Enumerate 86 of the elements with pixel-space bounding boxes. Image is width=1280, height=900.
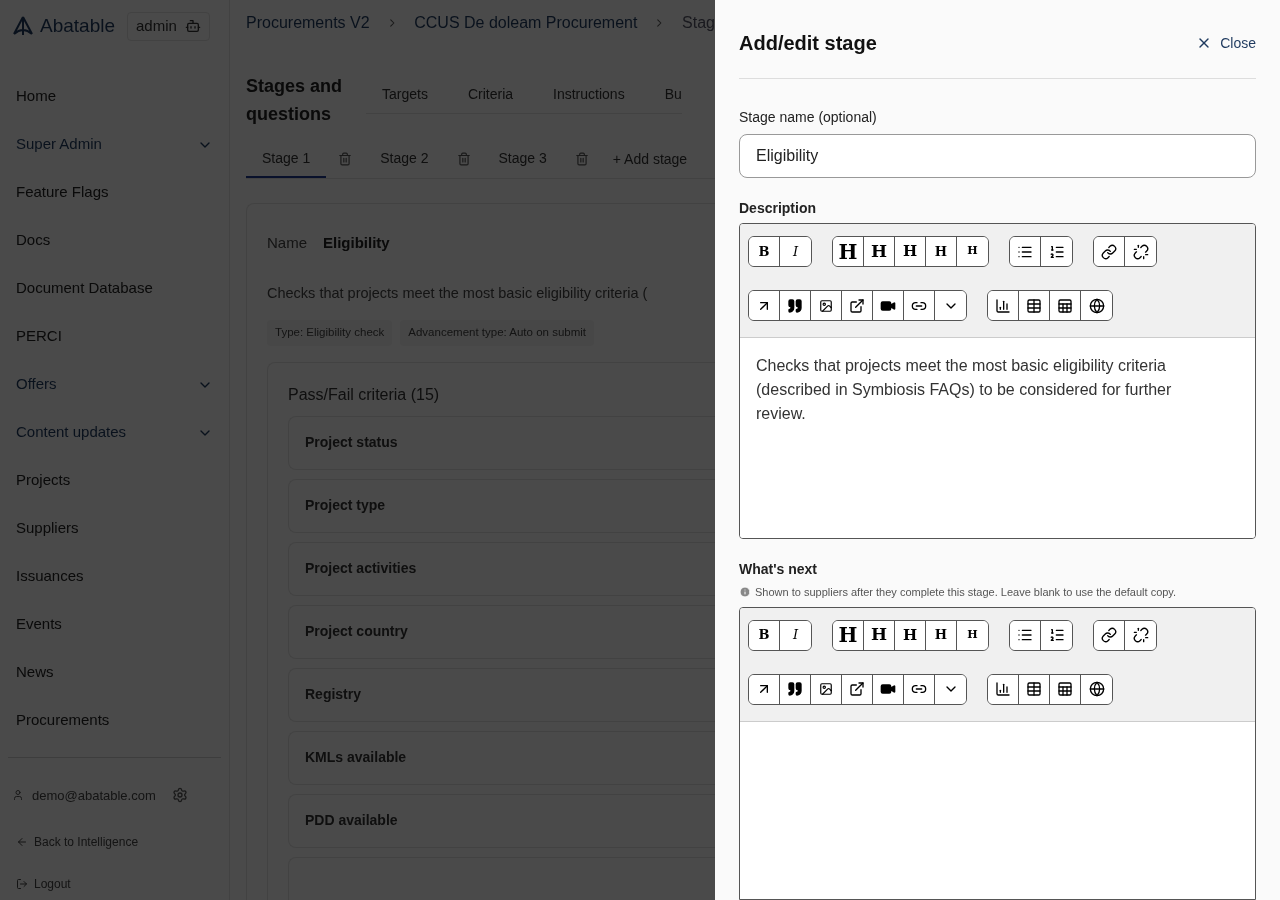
quote-icon xyxy=(787,297,803,314)
chart-icon xyxy=(995,681,1011,697)
bullet-list-icon xyxy=(1017,627,1033,643)
bullet-list-button[interactable] xyxy=(1010,237,1041,266)
italic-button[interactable]: I xyxy=(780,237,811,266)
heading-button[interactable]: H xyxy=(895,237,926,266)
page-title: Stages and questions xyxy=(246,75,344,126)
unlink-icon xyxy=(1132,627,1149,643)
field-label: Description xyxy=(739,199,817,218)
description-editor[interactable]: Checks that projects meet the most basic eligibility criteria (described in Symbiosis FAQs) to be considered for further review. xyxy=(740,338,1255,538)
bullet-list-button[interactable] xyxy=(1010,620,1041,650)
link-button[interactable] xyxy=(1094,620,1125,650)
chart-button[interactable] xyxy=(988,674,1019,704)
heading-button[interactable]: H xyxy=(957,237,988,266)
stage-tab[interactable]: Stage 3 xyxy=(482,140,563,178)
bold-button[interactable]: B xyxy=(749,620,780,650)
tab[interactable]: Instructions xyxy=(553,84,625,105)
brand-name: Abatable xyxy=(40,14,115,38)
quote-icon xyxy=(787,681,803,697)
field-label: What's next xyxy=(739,560,818,579)
tab[interactable]: Bu xyxy=(664,84,682,105)
video-button[interactable] xyxy=(873,291,904,320)
heading-button[interactable]: H xyxy=(895,620,926,650)
external-link-button[interactable] xyxy=(842,674,873,704)
chart-button[interactable] xyxy=(988,291,1019,320)
unlink-icon xyxy=(1132,243,1149,260)
unlink-button[interactable] xyxy=(1125,237,1156,266)
chevron-down-button[interactable] xyxy=(935,674,966,704)
field-hint: Shown to suppliers after they complete this stage. Leave blank to use the default copy. xyxy=(755,585,1177,600)
quote-button[interactable] xyxy=(780,291,811,320)
heading-button[interactable]: H xyxy=(833,620,864,650)
stage-name-field[interactable]: Eligibility xyxy=(739,134,1256,178)
image-button[interactable] xyxy=(811,291,842,320)
heading-button[interactable]: H xyxy=(957,620,988,650)
italic-button[interactable]: I xyxy=(780,620,811,650)
heading-button[interactable]: H xyxy=(926,237,957,266)
tab[interactable]: Criteria xyxy=(467,84,514,105)
link-button[interactable] xyxy=(904,674,935,704)
globe-button[interactable] xyxy=(1081,291,1112,320)
heading-button[interactable]: H xyxy=(926,620,957,650)
globe-icon xyxy=(1088,681,1105,697)
video-icon xyxy=(880,681,896,697)
quote-button[interactable] xyxy=(780,674,811,704)
external-link-button[interactable] xyxy=(842,291,873,320)
link-icon xyxy=(1101,627,1117,643)
link-icon xyxy=(1101,243,1117,260)
unlink-button[interactable] xyxy=(1125,620,1156,650)
arrow-button[interactable] xyxy=(749,291,780,320)
chart-icon xyxy=(995,297,1011,314)
list-table-icon xyxy=(1057,297,1073,314)
numbered-list-button[interactable] xyxy=(1041,620,1072,650)
arrow-button[interactable] xyxy=(749,674,780,704)
list-table-icon xyxy=(1057,681,1073,697)
panel-title: Add/edit stage xyxy=(739,31,877,56)
table-button[interactable] xyxy=(1019,291,1050,320)
globe-button[interactable] xyxy=(1081,674,1112,704)
heading-button[interactable]: H xyxy=(864,237,895,266)
field-label: Stage name (optional) xyxy=(739,108,878,127)
table-button[interactable] xyxy=(1019,674,1050,704)
bold-button[interactable]: B xyxy=(749,237,780,266)
globe-icon xyxy=(1088,297,1105,314)
list-table-button[interactable] xyxy=(1050,291,1081,320)
stage-tab[interactable]: Stage 2 xyxy=(364,140,445,178)
table-icon xyxy=(1026,681,1042,697)
numbered-list-icon xyxy=(1048,243,1065,260)
link-button[interactable] xyxy=(904,291,935,320)
list-table-button[interactable] xyxy=(1050,674,1081,704)
info-icon xyxy=(739,586,751,599)
numbered-list-button[interactable] xyxy=(1041,237,1072,266)
chevron-down-button[interactable] xyxy=(935,291,966,320)
add-stage-button[interactable]: + Add stage xyxy=(600,148,700,170)
image-icon xyxy=(819,682,833,696)
close-button[interactable]: Close xyxy=(1196,32,1256,54)
external-link-icon xyxy=(849,681,865,697)
external-link-icon xyxy=(849,297,865,314)
criteria-title: Pass/Fail criteria (15) xyxy=(288,384,441,405)
video-button[interactable] xyxy=(873,674,904,704)
heading-button[interactable]: H xyxy=(833,237,864,266)
image-icon xyxy=(819,298,833,313)
image-button[interactable] xyxy=(811,674,842,704)
table-icon xyxy=(1026,297,1042,314)
heading-button[interactable]: H xyxy=(864,620,895,650)
numbered-list-icon xyxy=(1048,627,1065,643)
tab[interactable]: Targets xyxy=(382,84,428,105)
name-value: Eligibility xyxy=(323,233,390,253)
link-button[interactable] xyxy=(1094,237,1125,266)
